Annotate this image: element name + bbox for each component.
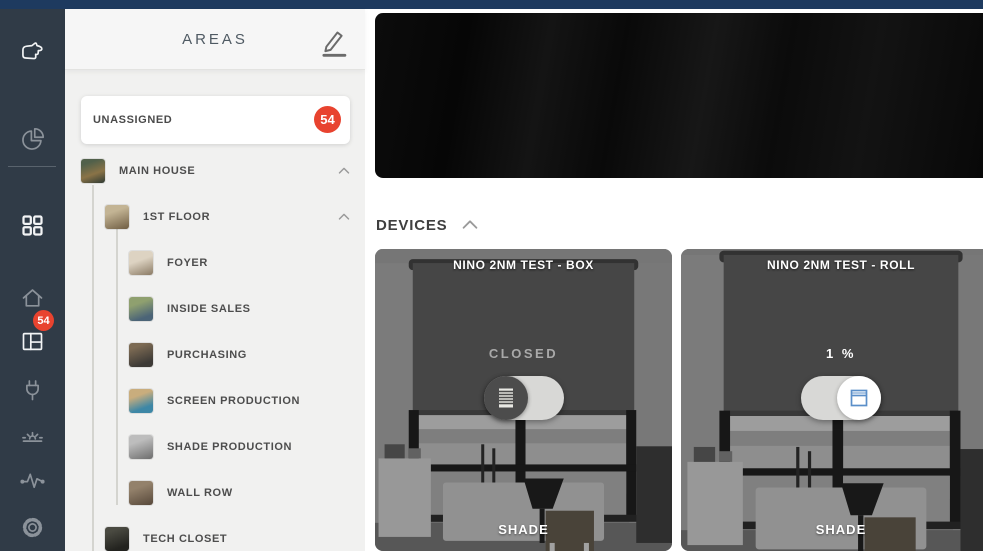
unassigned-area-card[interactable]: UNASSIGNED 54 bbox=[81, 96, 350, 144]
closed-blinds-icon bbox=[498, 388, 513, 408]
tree-item-purchasing[interactable]: PURCHASING bbox=[65, 332, 365, 378]
toggle-knob[interactable] bbox=[837, 376, 881, 420]
device-card-nino-2nm-test-roll[interactable]: NINO 2NM TEST - ROLL 1 % SHADE bbox=[681, 249, 983, 551]
device-status: CLOSED bbox=[488, 346, 559, 361]
sidebar-areas-badge: 54 bbox=[33, 310, 54, 331]
unassigned-badge: 54 bbox=[314, 106, 341, 133]
sidebar-divider bbox=[8, 166, 56, 167]
area-thumbnail bbox=[129, 389, 153, 413]
area-thumbnail bbox=[81, 159, 105, 183]
tree-item-main-house[interactable]: MAIN HOUSE bbox=[65, 148, 365, 194]
area-thumbnail bbox=[129, 343, 153, 367]
tree-item-label: WALL ROW bbox=[167, 487, 233, 499]
settings-gear-icon[interactable] bbox=[19, 514, 46, 541]
area-thumbnail bbox=[129, 481, 153, 505]
pencil-icon[interactable] bbox=[320, 27, 350, 59]
chevron-up-icon[interactable] bbox=[459, 214, 481, 236]
device-title: NINO 2NM TEST - ROLL bbox=[767, 258, 915, 272]
tree-item-label: MAIN HOUSE bbox=[119, 165, 196, 177]
device-status: 1 % bbox=[826, 346, 856, 361]
area-thumbnail bbox=[129, 297, 153, 321]
top-accent-bar bbox=[0, 0, 983, 9]
unassigned-label: UNASSIGNED bbox=[93, 114, 173, 126]
apps-grid-icon[interactable] bbox=[19, 212, 46, 239]
area-thumbnail bbox=[129, 435, 153, 459]
tree-item-wall-row[interactable]: WALL ROW bbox=[65, 470, 365, 516]
main-content: DEVICES NINO 2NM TEST - BOX CLOSED SHADE… bbox=[375, 9, 983, 551]
tree-item-label: SHADE PRODUCTION bbox=[167, 441, 293, 453]
tree-item-1st-floor[interactable]: 1ST FLOOR bbox=[65, 194, 365, 240]
shade-toggle[interactable] bbox=[801, 376, 881, 420]
icon-sidebar: 54 bbox=[0, 9, 65, 551]
area-thumbnail bbox=[105, 527, 129, 551]
devices-title: DEVICES bbox=[376, 216, 448, 234]
tree-item-label: FOYER bbox=[167, 257, 208, 269]
tree-item-shade-production[interactable]: SHADE PRODUCTION bbox=[65, 424, 365, 470]
areas-tree: MAIN HOUSE 1ST FLOOR FOYER INSIDE SALES … bbox=[65, 148, 365, 551]
chevron-up-icon[interactable] bbox=[335, 162, 353, 180]
area-thumbnail bbox=[129, 251, 153, 275]
device-title: NINO 2NM TEST - BOX bbox=[453, 258, 594, 272]
activity-pulse-icon[interactable] bbox=[19, 467, 46, 494]
home-icon[interactable] bbox=[19, 285, 46, 312]
lighting-icon[interactable] bbox=[19, 422, 46, 449]
plug-icon[interactable] bbox=[19, 377, 46, 404]
tree-item-inside-sales[interactable]: INSIDE SALES bbox=[65, 286, 365, 332]
device-card-nino-2nm-test-box[interactable]: NINO 2NM TEST - BOX CLOSED SHADE bbox=[375, 249, 672, 551]
pie-chart-icon[interactable] bbox=[19, 126, 46, 153]
tree-item-label: SCREEN PRODUCTION bbox=[167, 395, 301, 407]
dog-logo-icon[interactable] bbox=[19, 39, 46, 66]
areas-panel: AREAS UNASSIGNED 54 MAIN HOUSE 1ST FLOOR bbox=[65, 9, 365, 551]
tree-item-label: PURCHASING bbox=[167, 349, 247, 361]
area-thumbnail bbox=[105, 205, 129, 229]
device-cards-row: NINO 2NM TEST - BOX CLOSED SHADE NINO 2N… bbox=[375, 249, 983, 551]
devices-header: DEVICES bbox=[376, 214, 481, 236]
area-hero-image bbox=[375, 13, 983, 178]
chevron-up-icon[interactable] bbox=[335, 208, 353, 226]
tree-item-screen-production[interactable]: SCREEN PRODUCTION bbox=[65, 378, 365, 424]
open-shade-icon bbox=[850, 389, 868, 407]
areas-window-icon[interactable] bbox=[19, 328, 46, 355]
shade-toggle[interactable] bbox=[483, 376, 564, 420]
areas-panel-header: AREAS bbox=[65, 9, 365, 70]
tree-item-tech-closet[interactable]: TECH CLOSET bbox=[65, 516, 365, 551]
device-category-label: SHADE bbox=[498, 522, 549, 537]
app-window: 54 AREAS UNASSIGNED 54 MAIN HOUSE 1ST FL… bbox=[0, 0, 983, 551]
tree-item-label: INSIDE SALES bbox=[167, 303, 251, 315]
device-category-label: SHADE bbox=[815, 522, 867, 537]
toggle-knob[interactable] bbox=[483, 376, 528, 420]
tree-item-foyer[interactable]: FOYER bbox=[65, 240, 365, 286]
tree-item-label: 1ST FLOOR bbox=[143, 211, 211, 223]
tree-item-label: TECH CLOSET bbox=[143, 533, 228, 545]
